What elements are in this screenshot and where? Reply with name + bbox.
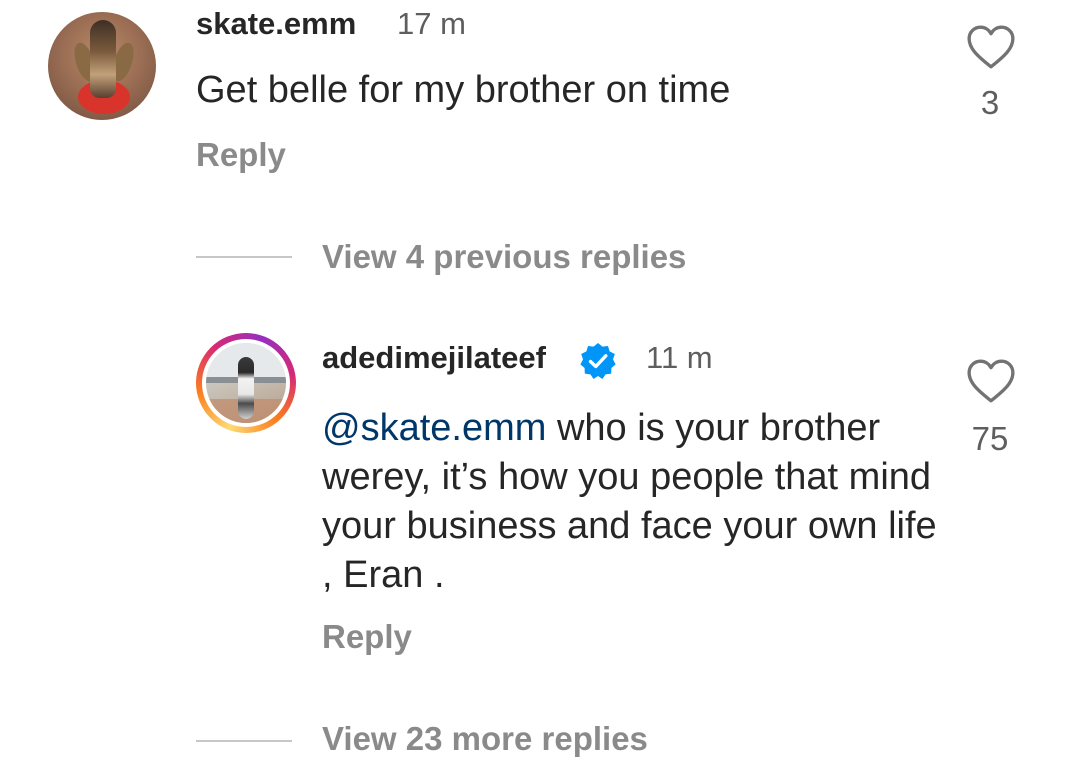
comment-username[interactable]: skate.emm (196, 6, 356, 42)
mention-link[interactable]: @skate.emm (322, 407, 546, 449)
view-more-replies-link[interactable]: View 23 more replies (322, 720, 648, 758)
avatar-ring-gap (202, 339, 290, 427)
avatar-person-shape (238, 357, 254, 419)
comment-text: Get belle for my brother on time (196, 69, 731, 111)
avatar-skate-emm[interactable] (48, 12, 156, 120)
like-count: 75 (971, 420, 1009, 457)
like-count: 3 (980, 84, 1000, 121)
view-previous-replies-link[interactable]: View 4 previous replies (322, 238, 686, 276)
avatar-adedimejilateef (206, 343, 286, 423)
avatar-figure-shape (90, 20, 116, 98)
reply-button[interactable]: Reply (196, 136, 286, 174)
avatar-adedimejilateef-story-ring[interactable] (196, 333, 296, 433)
reply-button[interactable]: Reply (322, 618, 412, 656)
comments-thread: skate.emm 17 m Get belle for my brother … (0, 0, 1080, 778)
heart-outline-icon[interactable] (966, 24, 1016, 70)
comment-text: @skate.emm who is your brother werey, it… (322, 404, 942, 600)
heart-outline-icon[interactable] (966, 358, 1016, 404)
comment-timestamp: 17 m (397, 6, 466, 41)
thread-divider-line (196, 256, 292, 258)
comment-timestamp: 11 m (646, 340, 713, 375)
thread-divider-line (196, 740, 292, 742)
verified-badge-icon (580, 343, 616, 379)
comment-username[interactable]: adedimejilateef (322, 340, 546, 376)
